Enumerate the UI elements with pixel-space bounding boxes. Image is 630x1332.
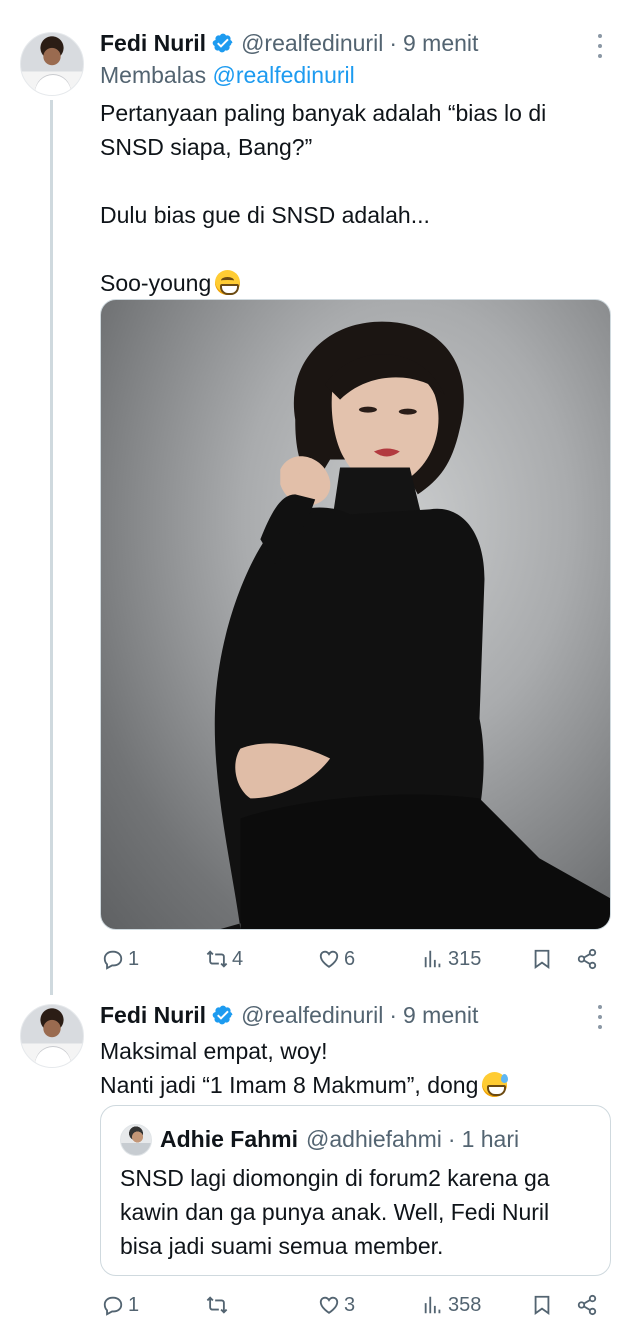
reply-button[interactable]: 1 [102, 944, 139, 974]
avatar[interactable] [20, 1004, 84, 1068]
tweet-header: Fedi Nuril @realfedinuril · 9 menit [100, 28, 478, 58]
heart-icon [319, 950, 339, 968]
quote-text: SNSD lagi diomongin di forum2 karena ga … [120, 1161, 600, 1263]
thread-line [50, 100, 53, 995]
tweet-actions: 1 4 6 315 [100, 944, 610, 974]
view-count: 315 [448, 947, 482, 970]
separator-dot: · [389, 29, 397, 56]
grinning-face-emoji-icon [215, 270, 241, 295]
photo-illustration [214, 321, 610, 929]
tweet-text: Pertanyaan paling banyak adalah “bias lo… [100, 96, 610, 300]
tweet-text-line: SNSD siapa, Bang?” [100, 134, 313, 160]
separator-dot: · [447, 1125, 456, 1152]
reply-handle-link[interactable]: @realfedinuril [213, 62, 355, 88]
quote-timestamp: 1 hari [461, 1125, 520, 1152]
views-chart-icon [424, 950, 441, 968]
separator-dot: · [389, 1001, 397, 1028]
bookmark-icon [534, 1295, 550, 1316]
tweet-text: Maksimal empat, woy! Nanti jadi “1 Imam … [100, 1034, 610, 1102]
like-button[interactable]: 3 [318, 1290, 355, 1320]
tweet[interactable]: Fedi Nuril @realfedinuril · 9 menit Memb… [0, 0, 630, 995]
tweet-text-line: Dulu bias gue di SNSD adalah... [100, 202, 430, 228]
views-button[interactable]: 315 [422, 944, 481, 974]
tweet-text-line: Nanti jadi “1 Imam 8 Makmum”, dong [100, 1072, 479, 1098]
quote-author-name: Adhie Fahmi [160, 1125, 299, 1152]
like-button[interactable]: 6 [318, 944, 355, 974]
reply-button[interactable]: 1 [102, 1290, 139, 1320]
reply-icon [103, 950, 123, 970]
reply-count: 1 [128, 947, 140, 970]
repost-icon [206, 1296, 228, 1314]
repost-count: 4 [232, 947, 244, 970]
repost-button[interactable] [206, 1290, 232, 1320]
bookmark-icon [534, 949, 550, 970]
reply-icon [103, 1296, 123, 1316]
reply-label: Membalas [100, 62, 207, 88]
quote-avatar[interactable] [120, 1124, 152, 1156]
quote-text-line: kawin dan ga punya anak. Well, Fedi Nuri… [120, 1199, 550, 1225]
tweet-text-line: Soo-young [100, 270, 212, 296]
share-button[interactable] [576, 1290, 598, 1320]
views-chart-icon [424, 1296, 441, 1314]
reply-count: 1 [128, 1293, 140, 1316]
avatar[interactable] [20, 32, 84, 96]
share-button[interactable] [576, 944, 598, 974]
bookmark-button[interactable] [531, 1290, 553, 1320]
share-icon [577, 948, 597, 970]
author-handle[interactable]: @realfedinuril [241, 30, 383, 57]
bookmark-button[interactable] [531, 944, 553, 974]
tweet-header: Fedi Nuril @realfedinuril · 9 menit [100, 1000, 478, 1030]
tweet-actions: 1 3 358 [100, 1290, 610, 1320]
quote-author-handle: @adhiefahmi [306, 1125, 442, 1152]
tweet-photo[interactable] [100, 299, 611, 930]
tweet-text-line: Pertanyaan paling banyak adalah “bias lo… [100, 100, 547, 126]
like-count: 3 [344, 1293, 356, 1316]
tweet-text-line: Maksimal empat, woy! [100, 1038, 328, 1064]
timestamp[interactable]: 9 menit [403, 30, 478, 57]
share-icon [577, 1294, 597, 1316]
repost-icon [206, 950, 228, 968]
heart-icon [319, 1296, 339, 1314]
quoted-tweet[interactable]: Adhie Fahmi @adhiefahmi · 1 hari SNSD la… [100, 1105, 611, 1276]
verified-badge-icon [212, 1004, 234, 1026]
author-name[interactable]: Fedi Nuril [100, 30, 206, 57]
like-count: 6 [344, 947, 356, 970]
grinning-sweat-emoji-icon [482, 1072, 509, 1097]
author-handle[interactable]: @realfedinuril [241, 1002, 383, 1029]
view-count: 358 [448, 1293, 482, 1316]
quote-header: Adhie Fahmi @adhiefahmi · 1 hari [160, 1124, 519, 1154]
quote-text-line: SNSD lagi diomongin di forum2 karena ga [120, 1165, 550, 1191]
more-options-icon[interactable] [596, 34, 604, 58]
timestamp[interactable]: 9 menit [403, 1002, 478, 1029]
more-options-icon[interactable] [596, 1005, 604, 1029]
tweet[interactable]: Fedi Nuril @realfedinuril · 9 menit Maks… [0, 992, 630, 1332]
reply-context: Membalas @realfedinuril [100, 62, 355, 89]
author-name[interactable]: Fedi Nuril [100, 1002, 206, 1029]
views-button[interactable]: 358 [422, 1290, 481, 1320]
quote-text-line: bisa jadi suami semua member. [120, 1233, 444, 1259]
repost-button[interactable]: 4 [206, 944, 243, 974]
verified-badge-icon [212, 32, 234, 54]
